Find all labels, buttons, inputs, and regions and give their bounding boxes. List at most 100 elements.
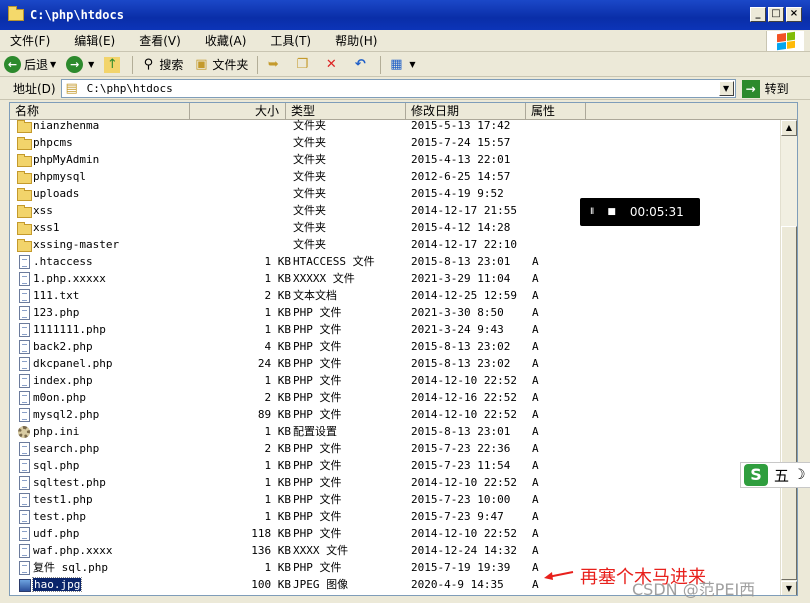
file-name-text: test.php [33, 510, 86, 523]
file-row[interactable]: phpmysql 文件夹 2012-6-25 14:57 [10, 168, 797, 185]
file-name-text: phpcms [33, 136, 73, 149]
file-name: sqltest.php [33, 474, 106, 491]
menu-view[interactable]: 查看(V) [139, 32, 181, 49]
file-name-text: phpMyAdmin [33, 153, 100, 166]
search-icon: ⚲ [143, 56, 154, 72]
back-label: 后退 [24, 58, 49, 72]
file-modified-date: 2014-12-24 14:32 [411, 544, 517, 557]
maximize-button[interactable]: □ [768, 7, 784, 22]
views-button[interactable]: ▦ ▼ [384, 55, 419, 75]
file-row[interactable]: xssing-master 文件夹 2014-12-17 22:10 [10, 236, 797, 253]
file-type: XXXX 文件 [293, 544, 349, 557]
copy-to-button[interactable]: ❐ [290, 55, 317, 75]
file-icon [17, 475, 31, 490]
forward-button[interactable]: → ▼ [62, 55, 98, 75]
file-row[interactable]: phpcms 文件夹 2015-7-24 15:57 [10, 134, 797, 151]
vertical-scrollbar[interactable]: ▲ ▼ [780, 120, 797, 595]
file-name: phpmysql [33, 168, 86, 185]
file-modified-date: 2015-7-24 15:57 [411, 136, 511, 149]
file-name-text: nianzhenma [33, 119, 100, 132]
title-bar[interactable]: C:\php\htdocs _ □ × [0, 0, 810, 30]
file-row[interactable]: sqltest.php 1 KB PHP 文件 2014-12-10 22:52 A [10, 474, 797, 491]
up-button[interactable]: ↑ [100, 55, 127, 75]
folder-icon [17, 237, 32, 252]
menu-tools[interactable]: 工具(T) [270, 32, 311, 49]
file-size: 24 KB [257, 357, 291, 370]
scroll-down-icon[interactable]: ▼ [781, 581, 797, 595]
file-row[interactable]: 123.php 1 KB PHP 文件 2021-3-30 8:50 A [10, 304, 797, 321]
undo-button[interactable]: ↶ [348, 55, 375, 75]
file-row[interactable]: udf.php 118 KB PHP 文件 2014-12-10 22:52 A [10, 525, 797, 542]
delete-button[interactable]: ✕ [319, 55, 346, 75]
move-to-button[interactable]: ➥ [261, 55, 288, 75]
file-row[interactable]: sql.php 1 KB PHP 文件 2015-7-23 11:54 A [10, 457, 797, 474]
file-type: PHP 文件 [293, 374, 342, 387]
file-row[interactable]: waf.php.xxxx 136 KB XXXX 文件 2014-12-24 14:3… [10, 542, 797, 559]
file-name: sql.php [33, 457, 79, 474]
file-name-text: uploads [33, 187, 80, 200]
file-modified-date: 2014-12-17 21:55 [411, 204, 517, 217]
file-row[interactable]: index.php 1 KB PHP 文件 2014-12-10 22:52 A [10, 372, 797, 389]
file-modified-date: 2014-12-10 22:52 [411, 476, 517, 489]
file-row[interactable]: m0on.php 2 KB PHP 文件 2014-12-16 22:52 A [10, 389, 797, 406]
file-row[interactable]: nianzhenma 文件夹 2015-5-13 17:42 [10, 117, 797, 134]
menu-help[interactable]: 帮助(H) [335, 32, 377, 49]
file-row[interactable]: search.php 2 KB PHP 文件 2015-7-23 22:36 A [10, 440, 797, 457]
file-name: nianzhenma [33, 117, 99, 134]
stop-icon[interactable]: ■ [607, 207, 616, 217]
close-button[interactable]: × [786, 7, 802, 22]
folders-button[interactable]: ▣ 文件夹 [189, 55, 252, 75]
file-modified-date: 2021-3-24 9:43 [411, 323, 504, 336]
window-title: C:\php\htdocs [30, 8, 124, 22]
file-list[interactable]: 名称 大小 类型 修改日期 属性 nianzhenma 文件夹 2015-5-13 … [9, 102, 798, 596]
windows-flag-icon [776, 31, 795, 51]
folder-icon [17, 186, 32, 201]
menu-favorites[interactable]: 收藏(A) [205, 32, 247, 49]
file-attributes: A [532, 561, 539, 574]
file-row[interactable]: php.ini 1 KB 配置设置 2015-8-13 23:01 A [10, 423, 797, 440]
file-type: 文件夹 [293, 221, 326, 234]
scroll-up-icon[interactable]: ▲ [781, 120, 797, 136]
address-dropdown-icon[interactable]: ▼ [718, 81, 734, 96]
file-row[interactable]: test.php 1 KB PHP 文件 2015-7-23 9:47 A [10, 508, 797, 525]
file-row[interactable]: test1.php 1 KB PHP 文件 2015-7-23 10:00 A [10, 491, 797, 508]
file-name-text: 1.php.xxxxx [33, 272, 106, 285]
undo-icon: ↶ [354, 56, 366, 72]
file-name: search.php [33, 440, 99, 457]
address-input[interactable]: ▤ C:\php\htdocs ▼ [60, 79, 736, 98]
file-row[interactable]: phpMyAdmin 文件夹 2015-4-13 22:01 [10, 151, 797, 168]
ime-mode-label: 五 [774, 466, 790, 485]
file-name: 1111111.php [33, 321, 106, 338]
file-row[interactable]: .htaccess 1 KB HTACCESS 文件 2015-8-13 23:01 A [10, 253, 797, 270]
scroll-thumb[interactable] [781, 226, 797, 580]
file-size: 1 KB [264, 493, 292, 506]
menu-edit[interactable]: 编辑(E) [74, 32, 115, 49]
file-row[interactable]: 111.txt 2 KB 文本文档 2014-12-25 12:59 A [10, 287, 797, 304]
file-row[interactable]: 1.php.xxxxx 1 KB XXXXX 文件 2021-3-29 11:04 A [10, 270, 797, 287]
menu-file[interactable]: 文件(F) [10, 32, 50, 49]
file-attributes: A [532, 459, 539, 472]
file-row[interactable]: dkcpanel.php 24 KB PHP 文件 2015-8-13 23:02 A [10, 355, 797, 372]
file-type: PHP 文件 [293, 306, 342, 319]
file-row[interactable]: 1111111.php 1 KB PHP 文件 2021-3-24 9:43 A [10, 321, 797, 338]
views-dropdown-icon[interactable]: ▼ [409, 60, 415, 69]
file-row[interactable]: back2.php 4 KB PHP 文件 2015-8-13 23:02 A [10, 338, 797, 355]
minimize-button[interactable]: _ [750, 7, 766, 22]
ime-indicator[interactable]: S 五 ☽ [740, 462, 810, 488]
forward-dropdown-icon[interactable]: ▼ [88, 60, 94, 69]
back-dropdown-icon[interactable]: ▼ [50, 60, 56, 69]
back-button[interactable]: ← 后退 ▼ [0, 55, 60, 75]
go-button[interactable]: → 转到 [741, 79, 789, 98]
file-size: 136 KB [251, 544, 291, 557]
search-button[interactable]: ⚲ 搜索 [136, 55, 187, 75]
file-size: 1 KB [264, 561, 292, 574]
file-size: 1 KB [264, 323, 292, 336]
folder-icon [8, 6, 24, 21]
copy-to-icon: ❐ [296, 56, 309, 72]
pause-icon[interactable]: II [590, 207, 594, 217]
file-size: 4 KB [264, 340, 292, 353]
file-type: 配置设置 [293, 425, 337, 438]
file-row[interactable]: mysql2.php 89 KB PHP 文件 2014-12-10 22:52 A [10, 406, 797, 423]
file-type: PHP 文件 [293, 391, 342, 404]
file-name-text: xssing-master [33, 238, 120, 251]
